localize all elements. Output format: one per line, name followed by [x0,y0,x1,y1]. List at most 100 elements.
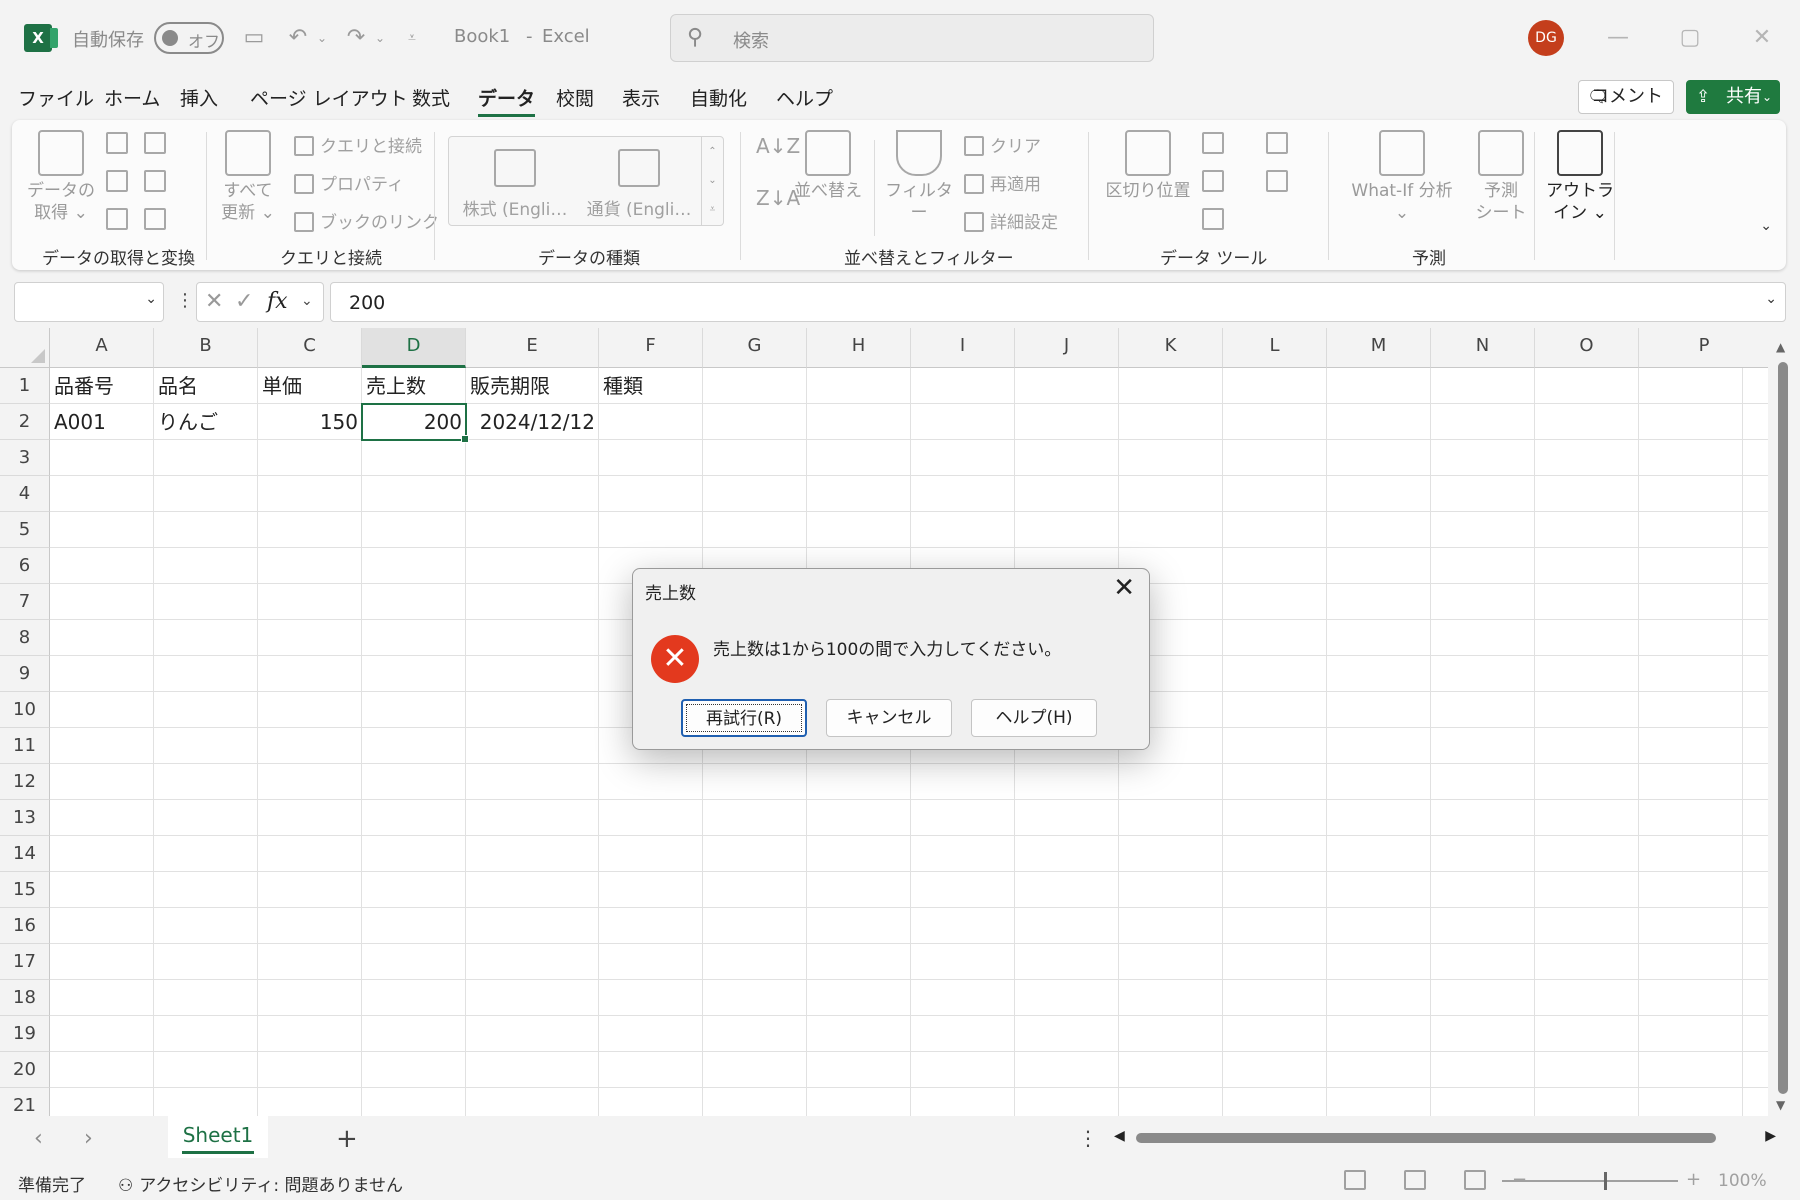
row-header-13[interactable]: 13 [0,800,50,836]
retry-button[interactable]: 再試行(R) [681,699,807,737]
formula-bar-options-icon[interactable]: ⋮ [176,290,194,311]
recent-sources-icon[interactable] [144,170,166,192]
cancel-button[interactable]: キャンセル [826,699,952,737]
text-to-columns-button[interactable]: 区切り位置 [1102,130,1194,202]
column-header-m[interactable]: M [1327,328,1431,368]
confirm-entry-icon[interactable]: ✓ [235,289,253,314]
scroll-down-icon[interactable]: ▼ [1776,1098,1785,1112]
save-icon[interactable]: ▭ [238,22,270,54]
data-validation-icon[interactable] [1202,208,1224,230]
share-button[interactable]: ⇪ 共有 ⌄ [1686,80,1780,114]
column-header-e[interactable]: E [466,328,599,368]
row-header-19[interactable]: 19 [0,1016,50,1052]
workbook-links-button[interactable]: ブックのリンク [294,208,439,233]
row-header-10[interactable]: 10 [0,692,50,728]
currencies-button[interactable]: 通貨 (Engli… [579,149,699,220]
column-header-p[interactable]: P [1639,328,1768,368]
tab-insert[interactable]: 挿入 [180,84,218,111]
customize-toolbar-icon[interactable]: ⩡ [396,22,428,54]
formula-input[interactable]: 200 ⌄ [330,282,1786,322]
cell-b2[interactable]: りんご [154,404,258,440]
tab-data[interactable]: データ [478,84,536,117]
cell-b1[interactable]: 品名 [154,368,258,404]
zoom-slider-knob[interactable] [1604,1172,1607,1190]
row-header-11[interactable]: 11 [0,728,50,764]
column-header-h[interactable]: H [807,328,911,368]
cell-e2[interactable]: 2024/12/12 [466,404,599,440]
get-data-button[interactable]: データの 取得 ⌄ [26,130,96,224]
row-header-6[interactable]: 6 [0,548,50,584]
normal-view-icon[interactable] [1344,1170,1366,1190]
add-sheet-button[interactable]: + [336,1124,358,1154]
row-header-9[interactable]: 9 [0,656,50,692]
existing-connections-icon[interactable] [144,208,166,230]
cell-a2[interactable]: A001 [50,404,154,440]
filter-button[interactable]: フィルター [882,130,956,224]
scroll-left-icon[interactable]: ◀ [1114,1128,1125,1144]
outline-button[interactable]: アウトラ イン ⌄ [1544,130,1616,224]
cell-a1[interactable]: 品番号 [50,368,154,404]
zoom-level[interactable]: 100% [1718,1171,1767,1191]
column-header-k[interactable]: K [1119,328,1223,368]
stocks-button[interactable]: 株式 (Engli… [455,149,575,220]
avatar[interactable]: DG [1528,20,1564,56]
column-header-b[interactable]: B [154,328,258,368]
horizontal-scroll-thumb[interactable] [1136,1133,1716,1143]
row-header-12[interactable]: 12 [0,764,50,800]
vertical-scrollbar[interactable]: ▲ ▼ [1770,328,1796,1116]
tab-page-layout[interactable]: ページ レイアウト [250,84,408,111]
consolidate-icon[interactable] [1266,132,1288,154]
advanced-filter-button[interactable]: 詳細設定 [964,208,1058,233]
next-sheet-icon[interactable]: › [84,1126,93,1151]
queries-connections-button[interactable]: クエリと接続 [294,132,422,157]
column-header-n[interactable]: N [1431,328,1535,368]
column-header-c[interactable]: C [258,328,362,368]
close-icon[interactable]: ✕ [1742,20,1782,56]
column-header-o[interactable]: O [1535,328,1639,368]
refresh-all-button[interactable]: すべて 更新 ⌄ [218,130,278,224]
comment-button[interactable]: 🗨 コメント [1578,80,1674,114]
row-header-21[interactable]: 21 [0,1088,50,1116]
redo-dropdown-chevron-icon[interactable]: ⌄ [364,22,396,54]
remove-duplicates-icon[interactable] [1202,170,1224,192]
undo-dropdown-chevron-icon[interactable]: ⌄ [306,22,338,54]
row-header-8[interactable]: 8 [0,620,50,656]
scroll-up-icon[interactable]: ▲ [1776,340,1785,354]
zoom-slider-track[interactable] [1502,1180,1678,1182]
cell-f1[interactable]: 種類 [599,368,703,404]
column-header-a[interactable]: A [50,328,154,368]
tab-home[interactable]: ホーム [104,84,160,111]
row-header-16[interactable]: 16 [0,908,50,944]
from-web-icon[interactable] [106,170,128,192]
help-button[interactable]: ヘルプ(H) [971,699,1097,737]
row-header-14[interactable]: 14 [0,836,50,872]
page-break-view-icon[interactable] [1464,1170,1486,1190]
row-header-4[interactable]: 4 [0,476,50,512]
tab-automate[interactable]: 自動化 [690,84,747,111]
cell-c2[interactable]: 150 [258,404,362,440]
maximize-icon[interactable]: ▢ [1670,20,1710,56]
minimize-icon[interactable]: — [1598,20,1638,56]
search-box[interactable]: ⚲ 検索 [670,14,1154,62]
from-range-icon[interactable] [106,208,128,230]
row-header-15[interactable]: 15 [0,872,50,908]
tab-file[interactable]: ファイル [18,84,94,111]
column-header-i[interactable]: I [911,328,1015,368]
what-if-button[interactable]: What-If 分析 ⌄ [1342,130,1462,224]
cancel-entry-icon[interactable]: ✕ [205,289,223,314]
zoom-in-icon[interactable]: + [1686,1169,1701,1190]
gallery-scroll[interactable]: ⌃ ⌄ ⩡ [701,137,723,225]
row-header-1[interactable]: 1 [0,368,50,404]
clear-filter-button[interactable]: クリア [964,132,1041,157]
tab-view[interactable]: 表示 [622,84,660,111]
column-header-f[interactable]: F [599,328,703,368]
row-header-2[interactable]: 2 [0,404,50,440]
name-box-chevron-icon[interactable]: ⌄ [145,291,157,307]
row-header-3[interactable]: 3 [0,440,50,476]
flash-fill-icon[interactable] [1202,132,1224,154]
expand-formula-chevron-icon[interactable]: ⌄ [1765,291,1777,307]
row-header-5[interactable]: 5 [0,512,50,548]
reapply-button[interactable]: 再適用 [964,170,1041,195]
autosave-toggle[interactable]: オフ [154,22,224,54]
data-model-icon[interactable] [1266,170,1288,192]
